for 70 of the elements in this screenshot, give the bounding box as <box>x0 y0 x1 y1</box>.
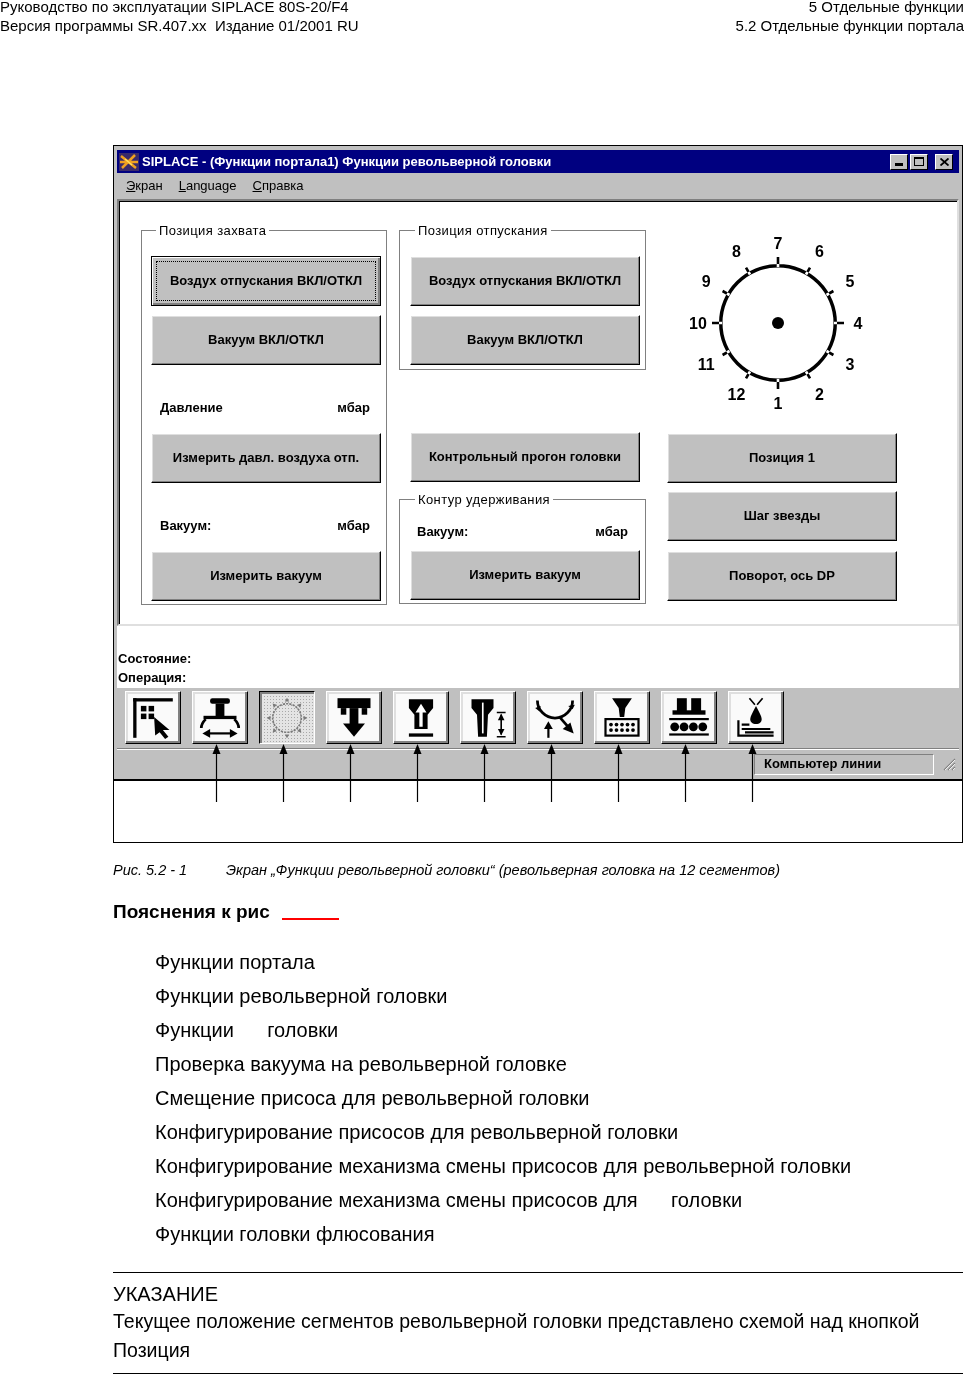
fill-in-line <box>281 918 339 920</box>
segment-number: 1 <box>773 394 783 412</box>
reading-label: Вакуум: <box>160 517 212 536</box>
vacuum-toggle-button[interactable]: Вакуум ВКЛ/ОТКЛ <box>151 315 381 365</box>
segment-number: 9 <box>701 273 711 290</box>
close-icon <box>939 157 949 166</box>
legend-item: Конфигурирование присосов для револьверной головки <box>155 1120 679 1145</box>
note-text: Текущее положение сегментов револьверной головки представлено схемой над кнопкой Позиция <box>113 1309 921 1363</box>
figure-number: Рис. 5.2 - 1 <box>113 861 188 880</box>
segment-number: 12 <box>727 386 746 404</box>
figure-caption: Экран „Функции револьверной головки“ (револьверная головка на 12 сегментов) <box>226 861 780 880</box>
unit-label: мбар <box>337 399 370 418</box>
star-step-button[interactable]: Шаг звезды <box>667 491 897 541</box>
minimize-button[interactable] <box>890 153 908 170</box>
segment-number: 4 <box>853 314 863 332</box>
reading-label: Вакуум: <box>417 523 469 542</box>
menu-item[interactable]: Language <box>178 175 237 196</box>
maximize-icon <box>914 157 924 166</box>
window-title: SIPLACE - (Функции портала1) Функции револьверной головки <box>142 152 552 171</box>
group-title: Контур удерживания <box>417 492 552 507</box>
resize-grip-icon <box>942 757 956 771</box>
reading-label: Давление <box>160 399 223 418</box>
legend-item: Функции револьверной головки <box>155 984 448 1009</box>
minimize-icon <box>895 162 903 166</box>
legend-item: Функции головки <box>155 1018 339 1043</box>
status-panel: Компьютер линии <box>754 753 934 775</box>
segment-number: 6 <box>815 242 824 260</box>
nozzle-arrows-icon <box>198 695 242 740</box>
maximize-button[interactable] <box>910 153 928 170</box>
grid-pointer-icon <box>131 695 175 740</box>
unit-label: мбар <box>595 523 628 542</box>
segment-number: 3 <box>845 356 855 373</box>
legend-item: Смещение присоса для револьверной головки <box>155 1086 590 1111</box>
document-title: Руководство по эксплуатации SIPLACE 80S-20/F4 <box>0 0 349 16</box>
segment-number: 11 <box>697 356 715 373</box>
version-info: Версия программы SR.407.xx Издание 01/2001 RU <box>0 16 359 35</box>
segment-number: 5 <box>845 273 855 290</box>
test-run-button[interactable]: Контрольный прогон головки <box>410 432 640 482</box>
close-button[interactable] <box>935 153 953 170</box>
toolbar-button[interactable] <box>259 691 315 744</box>
legend-item: Проверка вакуума на револьверной головке <box>155 1052 567 1077</box>
note-title: УКАЗАНИЕ <box>113 1282 219 1307</box>
group-title: Позиция отпускания <box>417 223 549 238</box>
operation-label: Операция: <box>118 669 187 687</box>
chapter-title: 5 Отдельные функции <box>808 0 964 16</box>
measure-pressure-button[interactable]: Измерить давл. воздуха отп. <box>151 433 381 483</box>
group-title: Позиция захвата <box>158 223 268 238</box>
release-air-button[interactable]: Воздух отпускания ВКЛ/ОТКЛ <box>151 256 381 306</box>
state-label: Состояние: <box>118 650 192 668</box>
segment-number: 10 <box>689 314 707 332</box>
position-button[interactable]: Позиция 1 <box>667 433 897 483</box>
legend-title: Пояснения к рис <box>113 900 270 924</box>
legend-item: Конфигурирование механизма смены присосов для револьверной головки <box>155 1154 852 1179</box>
release-air-button[interactable]: Воздух отпускания ВКЛ/ОТКЛ <box>410 256 640 306</box>
rotate-axis-button[interactable]: Поворот, ось DP <box>667 551 897 601</box>
center-dot-icon <box>772 317 784 329</box>
measure-vacuum-button[interactable]: Измерить вакуум <box>410 550 640 600</box>
segment-number: 2 <box>815 386 824 404</box>
segment-number: 7 <box>773 234 783 252</box>
menu-item[interactable]: Экран <box>126 175 163 196</box>
vacuum-toggle-button[interactable]: Вакуум ВКЛ/ОТКЛ <box>410 315 640 365</box>
app-icon <box>119 152 139 171</box>
section-title: 5.2 Отдельные функции портала <box>735 16 964 35</box>
legend-item: Функции портала <box>155 950 315 975</box>
menu-item[interactable]: Справка <box>252 175 304 196</box>
unit-label: мбар <box>337 517 370 536</box>
legend-item: Конфигурирование механизма смены присосов для головки <box>155 1188 743 1213</box>
measure-vacuum-button[interactable]: Измерить вакуум <box>151 551 381 601</box>
segment-number: 8 <box>732 242 741 260</box>
legend-item: Функции головки флюсования <box>155 1222 435 1247</box>
